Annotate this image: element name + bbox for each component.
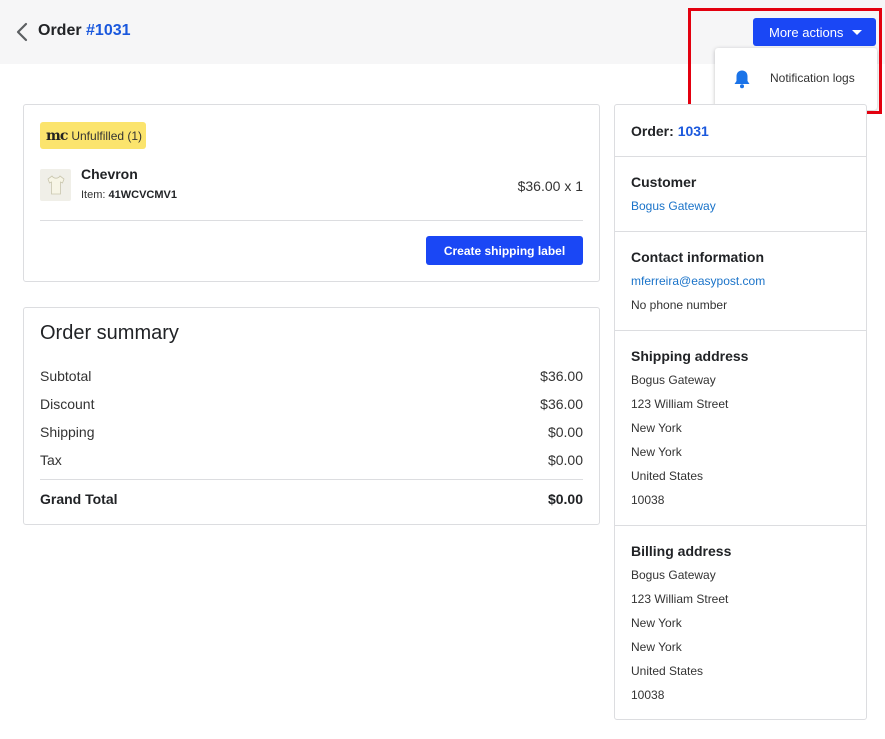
shipping-address-heading: Shipping address — [631, 348, 749, 364]
address-line: Bogus Gateway — [631, 373, 716, 387]
order-summary-card: Order summary Subtotal $36.00 Discount $… — [23, 307, 600, 525]
store-logo: mc — [46, 127, 68, 144]
customer-heading: Customer — [631, 174, 697, 190]
address-line: Bogus Gateway — [631, 568, 716, 582]
product-thumbnail — [40, 169, 71, 201]
fulfillment-card: mc Unfulfilled (1) Chevron Item: 41WCVCM… — [23, 104, 600, 282]
customer-name-link[interactable]: Bogus Gateway — [631, 199, 716, 213]
back-button[interactable] — [11, 20, 33, 44]
more-actions-label: More actions — [769, 24, 844, 40]
summary-value: $36.00 — [540, 368, 583, 384]
contact-phone: No phone number — [631, 298, 728, 312]
billing-address-section: Billing address Bogus Gateway 123 Willia… — [615, 526, 866, 719]
bell-icon — [734, 70, 750, 89]
create-shipping-label-button[interactable]: Create shipping label — [426, 236, 583, 265]
menu-item-notification-logs[interactable]: Notification logs — [715, 48, 877, 110]
page-title-prefix: Order — [38, 22, 82, 39]
address-line: New York — [631, 445, 682, 459]
contact-email-link[interactable]: mferreira@easypost.com — [631, 274, 765, 288]
sku-label: Item: — [81, 189, 106, 201]
summary-row-shipping: Shipping $0.00 — [40, 424, 583, 444]
summary-label: Tax — [40, 452, 62, 468]
divider — [40, 479, 583, 480]
menu-item-label: Notification logs — [770, 71, 855, 85]
summary-value: $36.00 — [540, 396, 583, 412]
product-name[interactable]: Chevron — [81, 166, 138, 182]
summary-row-tax: Tax $0.00 — [40, 452, 583, 472]
summary-row-grand-total: Grand Total $0.00 — [40, 491, 583, 511]
order-heading: Order: 1031 — [631, 123, 709, 139]
summary-row-subtotal: Subtotal $36.00 — [40, 368, 583, 388]
billing-address-heading: Billing address — [631, 543, 732, 559]
product-sku: Item: 41WCVCMV1 — [81, 189, 177, 201]
order-section: Order: 1031 — [615, 105, 866, 157]
address-line: New York — [631, 640, 682, 654]
product-price-qty: $36.00 x 1 — [517, 178, 583, 194]
badge-label: Unfulfilled (1) — [71, 128, 143, 143]
tshirt-icon — [47, 175, 64, 195]
summary-value: $0.00 — [547, 452, 583, 468]
order-number: #1031 — [86, 22, 131, 39]
address-line: 123 William Street — [631, 592, 729, 606]
summary-label: Shipping — [40, 424, 95, 440]
summary-label: Discount — [40, 396, 95, 412]
chevron-left-icon — [16, 22, 28, 42]
order-label: Order: — [631, 123, 674, 139]
grand-total-value: $0.00 — [547, 491, 583, 507]
address-line: New York — [631, 616, 682, 630]
contact-section: Contact information mferreira@easypost.c… — [615, 232, 866, 331]
address-line: 10038 — [631, 688, 665, 702]
unfulfilled-badge: mc Unfulfilled (1) — [40, 122, 146, 149]
more-actions-button[interactable]: More actions — [753, 18, 876, 46]
grand-total-label: Grand Total — [40, 491, 118, 507]
address-line: New York — [631, 421, 682, 435]
order-id: 1031 — [677, 123, 709, 139]
order-details-sidebar: Order: 1031 Customer Bogus Gateway Conta… — [614, 104, 867, 720]
address-line: 10038 — [631, 493, 665, 507]
page-title: Order #1031 — [38, 22, 131, 40]
address-line: 123 William Street — [631, 397, 729, 411]
shipping-address-section: Shipping address Bogus Gateway 123 Willi… — [615, 331, 866, 526]
caret-down-icon — [852, 30, 862, 35]
contact-heading: Contact information — [631, 249, 764, 265]
order-summary-title: Order summary — [40, 322, 179, 344]
summary-value: $0.00 — [547, 424, 583, 440]
address-line: United States — [631, 664, 704, 678]
divider — [40, 220, 583, 221]
address-line: United States — [631, 469, 704, 483]
summary-label: Subtotal — [40, 368, 92, 384]
customer-section: Customer Bogus Gateway — [615, 157, 866, 232]
summary-row-discount: Discount $36.00 — [40, 396, 583, 416]
sku-value: 41WCVCMV1 — [108, 189, 177, 201]
more-actions-dropdown: Notification logs — [715, 48, 877, 110]
